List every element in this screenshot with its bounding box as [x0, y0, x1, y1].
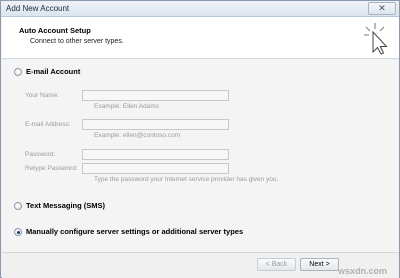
email-address-example: Example: ellen@contoso.com [94, 132, 181, 139]
manual-config-radio[interactable] [14, 228, 22, 236]
text-messaging-radio[interactable] [14, 202, 22, 210]
password-field[interactable] [82, 149, 229, 160]
window-title: Add New Account [6, 4, 70, 13]
retype-password-field[interactable] [82, 163, 229, 174]
email-account-radio[interactable] [14, 68, 22, 76]
close-button[interactable]: ✕ [368, 2, 396, 15]
watermark: wsxdn.com [337, 266, 387, 276]
next-button[interactable]: Next > [300, 258, 339, 271]
header-subtitle: Connect to other server types. [30, 38, 124, 45]
account-options: E-mail Account Your Name: Example: Ellen… [2, 60, 399, 252]
email-address-field[interactable] [82, 119, 229, 130]
retype-password-label: Retype Password: [25, 165, 78, 172]
your-name-label: Your Name: [25, 92, 60, 99]
title-bar: Add New Account ✕ [1, 1, 399, 17]
header-title: Auto Account Setup [19, 26, 91, 35]
manual-config-label[interactable]: Manually configure server settings or ad… [26, 227, 243, 236]
back-button[interactable]: < Back [257, 258, 296, 271]
email-account-label[interactable]: E-mail Account [26, 67, 80, 76]
your-name-field[interactable] [82, 90, 229, 101]
password-label: Password: [25, 151, 56, 158]
password-hint: Type the password your Internet service … [94, 176, 279, 183]
text-messaging-label[interactable]: Text Messaging (SMS) [26, 201, 105, 210]
email-address-label: E-mail Address: [25, 121, 71, 128]
add-new-account-dialog: Add New Account ✕ Auto Account Setup Con… [0, 0, 400, 278]
cursor-sparkle-icon [364, 23, 388, 55]
wizard-header: Auto Account Setup Connect to other serv… [2, 17, 399, 59]
your-name-example: Example: Ellen Adams [94, 103, 160, 110]
wizard-footer: < Back Next > wsxdn.com [2, 252, 399, 278]
